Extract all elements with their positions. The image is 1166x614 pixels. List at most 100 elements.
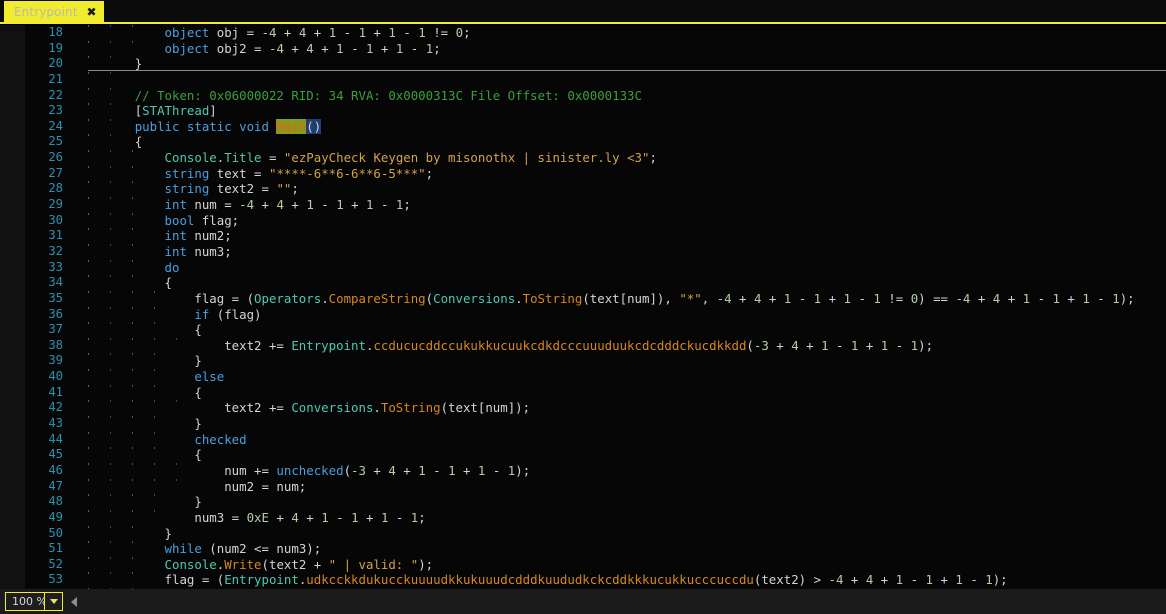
code-line[interactable]: 48 } [0, 494, 1166, 510]
code-line[interactable]: 41 { [0, 384, 1166, 401]
code-token: 1 [813, 290, 822, 306]
code-token: 1 [1082, 290, 1090, 306]
code-line[interactable]: 45 { [0, 447, 1166, 463]
code-line[interactable]: 52 Console.Write(text2 + " | valid: "); [0, 556, 1166, 573]
code-line[interactable]: 26 Console.Title = "ezPayCheck Keygen by… [0, 150, 1166, 166]
code-token: ToString [380, 400, 441, 416]
line-number: 30 [48, 212, 63, 227]
close-icon[interactable]: ✖ [87, 6, 97, 18]
code-line[interactable]: 24 public static void Main() [0, 118, 1166, 135]
tab-bar-background [0, 0, 1166, 22]
code-token: - [850, 290, 874, 306]
code-line[interactable]: 44 checked [0, 431, 1166, 448]
code-token: + [306, 25, 329, 40]
code-line[interactable]: 19 object obj2 = -4 + 4 + 1 - 1 + 1 - 1; [0, 40, 1166, 57]
code-line[interactable]: 40 else [0, 369, 1166, 385]
code-line[interactable]: 22 // Token: 0x06000022 RID: 34 RVA: 0x0… [0, 87, 1166, 104]
code-line[interactable]: 53 flag = (Entrypoint.udkcckkdukucckuuuu… [0, 572, 1166, 589]
code-text: else [75, 369, 224, 385]
triangle-left-icon[interactable] [66, 589, 82, 614]
code-token: } [194, 353, 202, 369]
code-line[interactable]: 43 } [0, 416, 1166, 432]
code-text: Console.Title = "ezPayCheck Keygen by mi… [75, 150, 657, 166]
line-number: 53 [48, 572, 63, 587]
code-token: } [194, 416, 202, 432]
code-token: string [164, 165, 217, 181]
code-token: = [254, 181, 277, 197]
code-token: - [828, 337, 851, 353]
status-bar: 100 % [0, 589, 1166, 614]
code-line[interactable]: 21 [0, 71, 1166, 88]
code-token: unchecked [276, 462, 344, 478]
code-line[interactable]: 47 num2 = num; [0, 478, 1166, 495]
code-line[interactable]: 37 { [0, 322, 1166, 338]
code-line[interactable]: 50 } [0, 525, 1166, 542]
code-text: object obj2 = -4 + 4 + 1 - 1 + 1 - 1; [75, 41, 441, 57]
code-token: 1 [358, 25, 367, 40]
code-line[interactable]: 31 int num2; [0, 228, 1166, 244]
line-number: 47 [48, 478, 63, 493]
code-line[interactable]: 35 flag = (Operators.CompareString(Conve… [0, 290, 1166, 307]
code-line[interactable]: 27 string text = "****-6**6-6**6-5***"; [0, 165, 1166, 182]
code-line[interactable]: 36 if (flag) [0, 306, 1166, 323]
code-token: 1 [985, 572, 993, 588]
code-lines-container: 18 object obj = -4 + 4 + 1 - 1 + 1 - 1 !… [0, 25, 1166, 589]
code-line[interactable]: 28 string text2 = ""; [0, 181, 1166, 198]
code-line[interactable]: 34 { [0, 275, 1166, 291]
line-number: 31 [48, 228, 63, 243]
code-token: = [246, 40, 269, 56]
code-token: ); [418, 556, 434, 572]
code-token: ; [433, 40, 441, 56]
code-token: STAThread [142, 103, 210, 119]
code-token: CompareString [328, 290, 426, 306]
code-token: { [164, 275, 172, 291]
code-token: object [164, 40, 217, 56]
code-token: + [313, 40, 337, 56]
code-token: + [798, 337, 822, 353]
code-line[interactable]: 51 while (num2 <= num3); [0, 541, 1166, 557]
code-token: Console [164, 556, 217, 572]
code-line[interactable]: 39 } [0, 353, 1166, 370]
code-token: } [194, 494, 202, 510]
code-token: . [515, 290, 523, 306]
code-token: Operators [254, 290, 322, 306]
code-token: + [298, 509, 322, 525]
code-token: ( [746, 337, 754, 353]
code-token: 1 [418, 462, 426, 478]
code-line[interactable]: 20 } [0, 56, 1166, 72]
code-token: ); [992, 572, 1008, 588]
code-token: - [888, 337, 911, 353]
code-text: object obj = -4 + 4 + 1 - 1 + 1 - 1 != 0… [75, 25, 471, 41]
code-text: } [75, 526, 172, 542]
code-line[interactable]: 46 num += unchecked(-3 + 4 + 1 - 1 + 1 -… [0, 462, 1166, 479]
horizontal-scrollbar[interactable] [66, 589, 1166, 614]
code-token: 1 [821, 337, 829, 353]
tab-entrypoint[interactable]: Entrypoint ✖ [4, 1, 104, 22]
code-token: () [306, 118, 322, 134]
code-token: num3; [194, 243, 232, 259]
chevron-down-icon[interactable] [44, 592, 63, 611]
code-line[interactable]: 38 text2 += Entrypoint.ccducucddccukukku… [0, 337, 1166, 354]
code-line[interactable]: 23 [STAThread] [0, 103, 1166, 119]
tab-bar: Entrypoint ✖ [0, 0, 1166, 24]
code-token: (text2) > [753, 572, 829, 588]
code-line[interactable]: 18 object obj = -4 + 4 + 1 - 1 + 1 - 1 !… [0, 25, 1166, 41]
code-token: + [268, 509, 292, 525]
code-line[interactable]: 42 text2 += Conversions.ToString(text[nu… [0, 400, 1166, 417]
code-token: ); [918, 337, 934, 353]
code-line[interactable]: 25 { [0, 134, 1166, 151]
code-token: (text[num]); [440, 400, 531, 416]
code-line[interactable]: 49 num3 = 0xE + 4 + 1 - 1 + 1 - 1; [0, 509, 1166, 526]
code-line[interactable]: 32 int num3; [0, 243, 1166, 260]
code-token: 1 [366, 197, 374, 213]
code-token: { [134, 134, 143, 150]
code-text: do [75, 260, 180, 276]
code-line[interactable]: 30 bool flag; [0, 212, 1166, 229]
code-token: void [239, 118, 277, 134]
code-line[interactable]: 33 do [0, 259, 1166, 276]
code-editor[interactable]: 18 object obj = -4 + 4 + 1 - 1 + 1 - 1 !… [0, 25, 1166, 589]
code-token: while [164, 541, 210, 557]
line-number: 36 [48, 306, 63, 321]
code-token: Console [164, 150, 217, 166]
code-line[interactable]: 29 int num = -4 + 4 + 1 - 1 + 1 - 1; [0, 197, 1166, 213]
